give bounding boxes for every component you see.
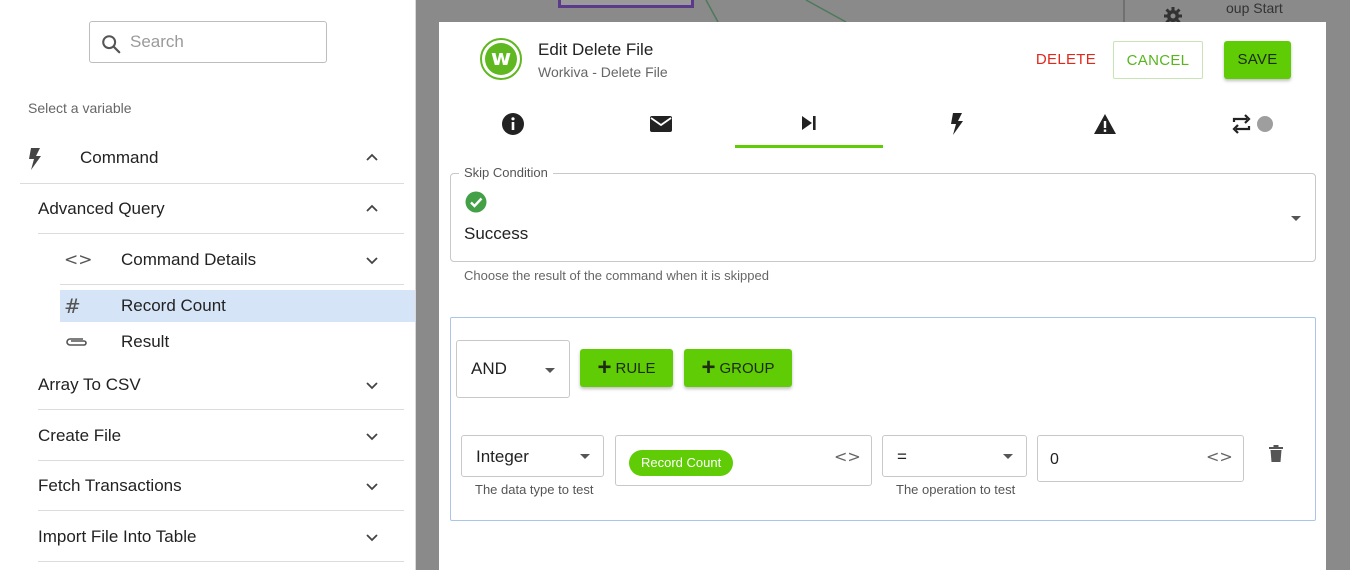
chevron-down-icon[interactable] — [364, 478, 380, 494]
sidebar-item-label: Array To CSV — [38, 374, 141, 394]
chevron-up-icon[interactable] — [364, 201, 380, 217]
dropdown-caret-icon — [545, 368, 555, 373]
check-circle-icon — [465, 191, 487, 213]
sidebar-item-create-file[interactable]: Create File — [38, 411, 404, 461]
trash-icon[interactable] — [1268, 445, 1284, 463]
search-icon — [102, 35, 121, 54]
delete-button[interactable]: DELETE — [1021, 41, 1111, 79]
tab-repeat[interactable] — [1179, 100, 1327, 148]
dropdown-caret-icon — [1003, 454, 1013, 459]
sidebar-item-result[interactable]: Result — [60, 322, 404, 362]
select-variable-label: Select a variable — [28, 100, 132, 116]
tab-trigger[interactable] — [883, 100, 1031, 148]
tab-bar — [439, 100, 1326, 148]
sidebar-item-label: Command Details — [121, 249, 257, 269]
variable-field[interactable]: Record Count <> — [615, 435, 872, 486]
sidebar-item-advanced-query[interactable]: Advanced Query — [38, 184, 404, 234]
combinator-value: AND — [471, 359, 507, 378]
dropdown-caret-icon[interactable] — [1290, 215, 1302, 223]
code-icon[interactable]: <> — [834, 447, 861, 466]
search-input[interactable] — [130, 30, 315, 54]
tab-skip[interactable] — [735, 100, 883, 148]
add-rule-label: RULE — [615, 359, 656, 377]
skip-condition-value: Success — [464, 224, 529, 243]
sidebar-item-label: Import File Into Table — [38, 526, 197, 546]
sidebar-item-label: Result — [121, 332, 170, 351]
command-group[interactable]: Command — [20, 133, 404, 184]
data-type-help: The data type to test — [475, 482, 594, 497]
variable-chip[interactable]: Record Count — [629, 450, 734, 476]
tab-warning[interactable] — [1031, 100, 1179, 148]
tab-notification[interactable] — [587, 100, 735, 148]
cancel-button[interactable]: CANCEL — [1113, 41, 1203, 79]
sidebar-item-import-file-into-table[interactable]: Import File Into Table — [38, 512, 404, 562]
chevron-down-icon[interactable] — [364, 252, 380, 268]
bolt-icon — [29, 148, 41, 170]
operator-value: = — [897, 447, 907, 466]
data-type-select[interactable]: Integer — [461, 435, 604, 477]
dialog-subtitle: Workiva - Delete File — [538, 64, 668, 80]
add-group-button[interactable]: + GROUP — [684, 349, 792, 387]
sidebar-item-label: Create File — [38, 425, 122, 445]
sidebar-item-label: Advanced Query — [38, 198, 165, 218]
repeat-icon — [1232, 114, 1273, 134]
sidebar-item-label: Record Count — [121, 296, 226, 315]
skip-condition-help: Choose the result of the command when it… — [464, 268, 769, 283]
operator-help: The operation to test — [896, 482, 1016, 497]
workiva-logo: w — [480, 38, 522, 80]
chevron-down-icon[interactable] — [364, 428, 380, 444]
background-node-label: oup Start — [1226, 0, 1283, 16]
chevron-up-icon[interactable] — [364, 150, 380, 166]
mail-icon — [650, 116, 672, 132]
data-type-value: Integer — [476, 447, 529, 466]
chevron-down-icon[interactable] — [364, 377, 380, 393]
sidebar-item-fetch-transactions[interactable]: Fetch Transactions — [38, 461, 404, 511]
skip-next-icon — [802, 115, 816, 130]
add-rule-button[interactable]: + RULE — [580, 349, 673, 387]
tab-info[interactable] — [439, 100, 587, 148]
code-icon: <> — [64, 249, 93, 270]
chevron-down-icon[interactable] — [364, 529, 380, 545]
plus-icon: + — [597, 354, 612, 381]
value-field[interactable]: <> — [1037, 435, 1244, 482]
dialog-title: Edit Delete File — [538, 40, 654, 59]
sidebar-item-array-to-csv[interactable]: Array To CSV — [38, 360, 404, 410]
dropdown-caret-icon — [580, 454, 590, 459]
sidebar-item-record-count[interactable]: # Record Count — [60, 290, 415, 322]
add-group-label: GROUP — [719, 359, 775, 377]
warning-icon — [1094, 114, 1116, 134]
sidebar-item-label: Fetch Transactions — [38, 475, 182, 495]
hash-icon: # — [64, 294, 81, 318]
logo-letter: w — [485, 43, 517, 75]
paperclip-icon — [66, 338, 87, 346]
plus-icon: + — [701, 354, 716, 381]
variable-panel: Select a variable Command Advanced Query… — [0, 0, 416, 570]
skip-condition-legend: Skip Condition — [459, 165, 553, 180]
bolt-icon — [951, 113, 963, 135]
skip-condition-select[interactable] — [450, 173, 1316, 262]
operator-select[interactable]: = — [882, 435, 1027, 477]
save-button[interactable]: SAVE — [1224, 41, 1291, 79]
command-label: Command — [80, 148, 159, 167]
search-box[interactable] — [89, 21, 327, 63]
sidebar-item-command-details[interactable]: <> Command Details — [60, 235, 404, 285]
combinator-select[interactable]: AND — [456, 340, 570, 398]
value-input[interactable] — [1050, 451, 1190, 469]
info-icon — [502, 113, 524, 135]
edit-command-dialog: w Edit Delete File Workiva - Delete File… — [439, 22, 1326, 570]
code-icon[interactable]: <> — [1206, 447, 1233, 466]
